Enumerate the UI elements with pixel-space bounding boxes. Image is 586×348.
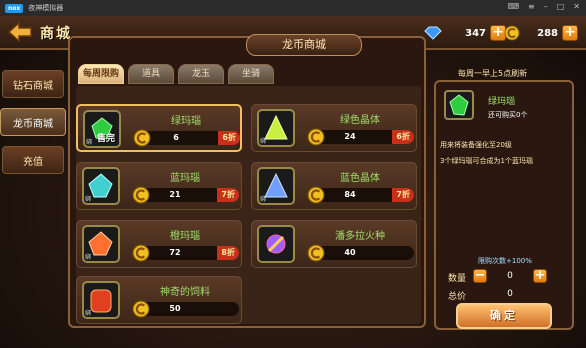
blue-crystal-icon: 绑: [257, 167, 295, 205]
dragon-coin-icon: [133, 129, 151, 147]
item-price: 40: [344, 248, 356, 257]
bound-tag: 绑: [85, 310, 92, 317]
dragon-coin-icon: [307, 128, 325, 146]
shop-tabs: 每周限购 道具 龙玉 坐骑: [78, 64, 274, 84]
item-name: 潘多拉火种: [335, 231, 385, 242]
increase-quantity-button[interactable]: +: [533, 269, 547, 283]
decrease-quantity-button[interactable]: −: [473, 269, 487, 283]
selected-item-name: 绿玛瑙: [488, 97, 516, 107]
add-gold-button[interactable]: +: [562, 25, 578, 41]
price-bar: 24 6折: [307, 128, 414, 146]
price-bar: 21 7折: [132, 186, 239, 204]
item-card[interactable]: 潘多拉火种 40: [251, 220, 417, 268]
item-name: 橙玛瑙: [170, 231, 200, 242]
emulator-logo: nox: [5, 3, 24, 13]
item-card[interactable]: 绑 橙玛瑙 72 8折: [76, 220, 242, 268]
sold-out-label: 售完: [97, 134, 116, 144]
diamond-icon: [424, 26, 442, 40]
keyboard-icon[interactable]: ⌨: [507, 2, 519, 11]
dragon-coin-icon: [504, 25, 520, 41]
item-card[interactable]: 绑 蓝色晶体 84 7折: [251, 162, 417, 210]
item-name: 神奇的饲料: [160, 287, 210, 298]
item-price: 24: [344, 132, 356, 141]
diamond-currency: 347 +: [424, 24, 506, 42]
price-bar: 50: [132, 300, 239, 318]
bound-tag: 绑: [86, 139, 93, 146]
total-price: 0: [507, 289, 513, 299]
item-price: 21: [169, 190, 181, 199]
tab-mounts[interactable]: 坐骑: [228, 64, 274, 84]
selected-item-icon: [444, 90, 474, 120]
quantity-label: 数量: [448, 274, 467, 284]
pandora-fire-icon: [257, 225, 295, 263]
price-bar: 6 6折: [133, 129, 240, 147]
dragon-coin-icon: [132, 244, 150, 262]
item-name: 绿色晶体: [340, 115, 380, 126]
purchase-limit-bonus: 限购次数+100%: [478, 257, 532, 265]
orange-agate-icon: 绑: [82, 225, 120, 263]
shop-title: 龙币商城: [246, 34, 362, 56]
green-crystal-icon: 绑: [257, 109, 295, 147]
item-card[interactable]: 绑 蓝玛瑙 21 7折: [76, 162, 242, 210]
green-agate-icon: 售完 绑: [83, 110, 121, 148]
remaining-purchases: 还可购买0个: [488, 111, 528, 119]
item-price: 50: [169, 304, 181, 313]
emulator-title: 夜神模拟器: [28, 4, 64, 12]
item-price: 84: [344, 190, 356, 199]
tab-props[interactable]: 道具: [128, 64, 174, 84]
blue-agate-icon: 绑: [82, 167, 120, 205]
sidebar-item-dragon-coin-shop[interactable]: 龙币商城: [0, 108, 66, 136]
discount-badge: 6折: [218, 131, 240, 145]
back-arrow-icon[interactable]: [7, 21, 33, 43]
bound-tag: 绑: [85, 196, 92, 203]
sidebar-item-diamond-shop[interactable]: 钻石商城: [2, 70, 64, 98]
magic-feed-icon: 绑: [82, 281, 120, 319]
item-description-2: 3个绿玛瑙可合成为1个蓝玛瑙: [440, 157, 533, 165]
total-label: 总价: [448, 292, 467, 302]
close-icon[interactable]: ✕: [573, 2, 580, 11]
discount-badge: 7折: [392, 188, 414, 202]
item-grid: 售完 绑 绿玛瑙 6 6折 绑 绿色晶体 24 6折 绑 蓝玛瑙 21 7折 绑…: [76, 86, 421, 324]
discount-badge: 7折: [217, 188, 239, 202]
dragon-coin-icon: [132, 186, 150, 204]
bound-tag: 绑: [85, 254, 92, 261]
dragon-coin-icon: [132, 300, 150, 318]
price-bar: 72 8折: [132, 244, 239, 262]
tab-weekly-limited[interactable]: 每周限购: [78, 64, 124, 84]
menu-icon[interactable]: ≡: [528, 2, 535, 11]
price-bar: 40: [307, 244, 414, 262]
refresh-note: 每周一早上5点刷新: [458, 69, 528, 78]
dragon-coin-icon: [307, 186, 325, 204]
item-price: 72: [169, 248, 181, 257]
maximize-icon[interactable]: □: [557, 2, 565, 11]
tab-dragon-jade[interactable]: 龙玉: [178, 64, 224, 84]
gold-currency: 288 +: [504, 24, 578, 42]
item-card[interactable]: 售完 绑 绿玛瑙 6 6折: [76, 104, 242, 152]
sidebar-item-recharge[interactable]: 充值: [2, 146, 64, 174]
gold-count: 288: [537, 27, 558, 39]
price-bar: 84 7折: [307, 186, 414, 204]
discount-badge: 8折: [217, 246, 239, 260]
item-price: 6: [173, 133, 179, 142]
bound-tag: 绑: [260, 138, 267, 145]
window-controls: ⌨ ≡ – □ ✕: [507, 2, 580, 11]
item-card[interactable]: 绑 神奇的饲料 50: [76, 276, 242, 324]
item-name: 蓝玛瑙: [170, 173, 200, 184]
discount-badge: 6折: [392, 130, 414, 144]
item-name: 绿玛瑙: [171, 116, 201, 127]
bound-tag: 绑: [260, 196, 267, 203]
confirm-button[interactable]: 确定: [456, 303, 552, 329]
item-card[interactable]: 绑 绿色晶体 24 6折: [251, 104, 417, 152]
quantity-value[interactable]: 0: [490, 271, 530, 281]
item-name: 蓝色晶体: [340, 173, 380, 184]
minimize-icon[interactable]: –: [544, 2, 548, 11]
emulator-titlebar: nox 夜神模拟器 ⌨ ≡ – □ ✕: [0, 0, 586, 16]
dragon-coin-icon: [307, 244, 325, 262]
diamond-count: 347: [465, 27, 486, 39]
item-description: 用来将装备强化至20级: [440, 141, 512, 149]
